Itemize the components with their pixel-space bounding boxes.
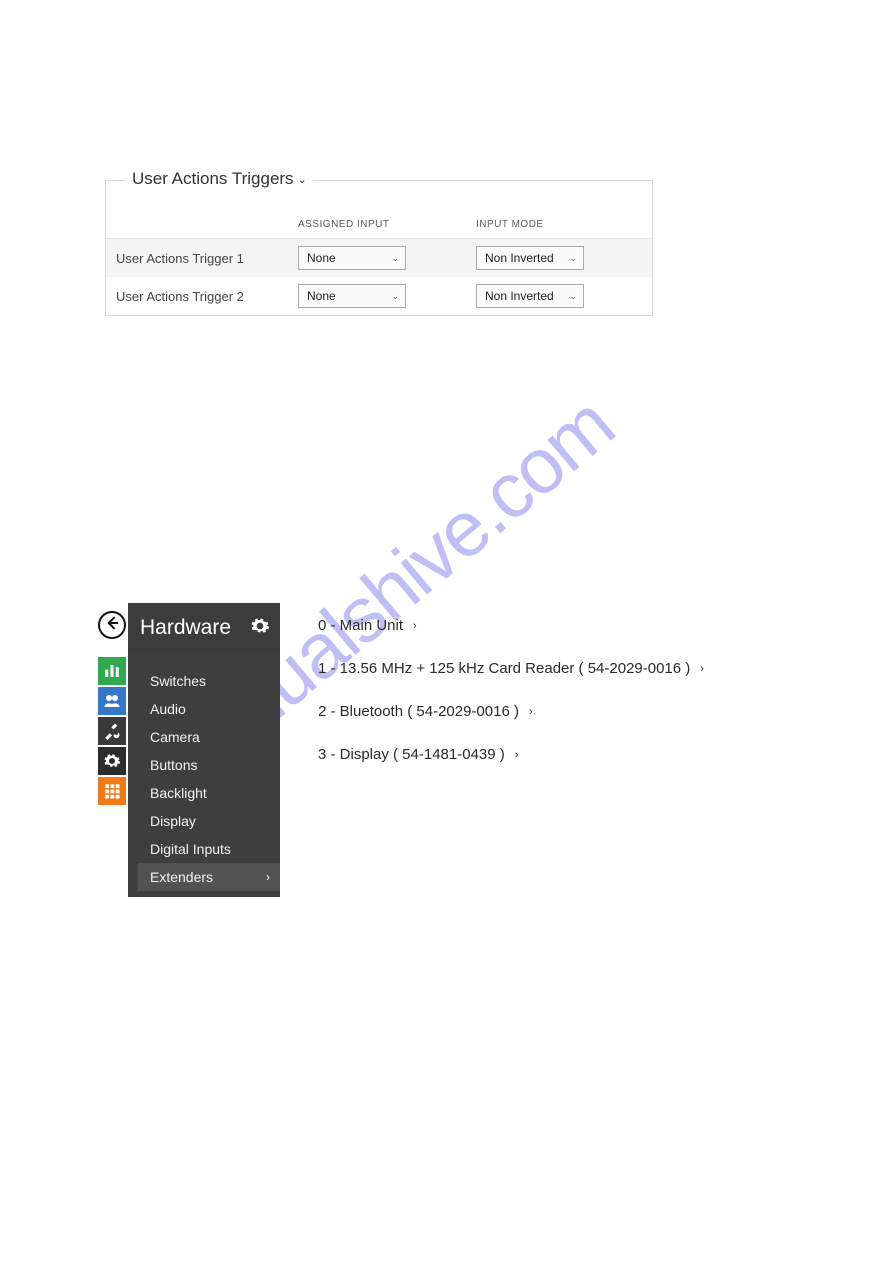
- assigned-input-select[interactable]: None ⌄: [298, 284, 406, 308]
- chevron-down-icon: ⌄: [569, 291, 577, 302]
- table-row: User Actions Trigger 1 None ⌄ Non Invert…: [106, 239, 652, 277]
- row-label: User Actions Trigger 2: [106, 289, 298, 304]
- select-value: Non Inverted: [485, 289, 554, 303]
- sidebar-item-label: Switches: [150, 673, 206, 689]
- select-value: None: [307, 289, 336, 303]
- gear-icon[interactable]: [250, 616, 270, 641]
- tools-icon[interactable]: [98, 717, 126, 745]
- sidebar-item-label: Extenders: [150, 869, 213, 885]
- dashboard-icon[interactable]: [98, 657, 126, 685]
- sidebar-item-extenders[interactable]: Extenders ›: [138, 863, 280, 891]
- extender-list: 0 - Main Unit › 1 - 13.56 MHz + 125 kHz …: [318, 603, 704, 789]
- sidebar-item-label: Digital Inputs: [150, 841, 231, 857]
- grid-icon[interactable]: [98, 777, 126, 805]
- sidebar-item-label: Camera: [150, 729, 200, 745]
- table-row: User Actions Trigger 2 None ⌄ Non Invert…: [106, 277, 652, 315]
- chevron-right-icon: ›: [529, 706, 533, 718]
- sidebar-item-label: Display: [150, 813, 196, 829]
- chevron-right-icon: ›: [413, 620, 417, 632]
- select-value: Non Inverted: [485, 251, 554, 265]
- sidebar-item-audio[interactable]: Audio: [128, 695, 280, 723]
- hardware-section: Hardware Switches Audio Camera Buttons B…: [98, 603, 704, 897]
- input-mode-select[interactable]: Non Inverted ⌄: [476, 246, 584, 270]
- arrow-left-icon: [104, 615, 120, 636]
- chevron-right-icon: ›: [266, 870, 270, 884]
- input-mode-select[interactable]: Non Inverted ⌄: [476, 284, 584, 308]
- extender-item[interactable]: 0 - Main Unit ›: [318, 617, 704, 634]
- user-actions-triggers-panel: User Actions Triggers ⌄ ASSIGNED INPUT I…: [105, 180, 653, 316]
- table-header: ASSIGNED INPUT INPUT MODE: [106, 181, 652, 239]
- chevron-right-icon: ›: [515, 749, 519, 761]
- sidebar-item-backlight[interactable]: Backlight: [128, 779, 280, 807]
- panel-title-text: User Actions Triggers: [132, 169, 294, 189]
- panel-title[interactable]: User Actions Triggers ⌄: [126, 169, 313, 189]
- header-assigned-input: ASSIGNED INPUT: [298, 219, 476, 230]
- sidebar-item-buttons[interactable]: Buttons: [128, 751, 280, 779]
- chevron-right-icon: ›: [700, 663, 704, 675]
- icon-rail: [98, 657, 126, 805]
- sidebar-item-label: Audio: [150, 701, 186, 717]
- extender-label: 2 - Bluetooth ( 54-2029-0016 ): [318, 703, 519, 720]
- select-value: None: [307, 251, 336, 265]
- extender-item[interactable]: 2 - Bluetooth ( 54-2029-0016 ) ›: [318, 703, 704, 720]
- sidebar-item-digital-inputs[interactable]: Digital Inputs: [128, 835, 280, 863]
- extender-item[interactable]: 3 - Display ( 54-1481-0439 ) ›: [318, 746, 704, 763]
- extender-label: 1 - 13.56 MHz + 125 kHz Card Reader ( 54…: [318, 660, 690, 677]
- assigned-input-select[interactable]: None ⌄: [298, 246, 406, 270]
- sidebar-item-camera[interactable]: Camera: [128, 723, 280, 751]
- chevron-down-icon: ⌄: [569, 253, 577, 264]
- header-input-mode: INPUT MODE: [476, 219, 652, 230]
- sidebar: Hardware Switches Audio Camera Buttons B…: [128, 603, 280, 897]
- sidebar-item-switches[interactable]: Switches: [128, 667, 280, 695]
- extender-label: 0 - Main Unit: [318, 617, 403, 634]
- chevron-down-icon: ⌄: [298, 173, 307, 186]
- users-icon[interactable]: [98, 687, 126, 715]
- sidebar-item-label: Buttons: [150, 757, 197, 773]
- sidebar-header: Hardware: [128, 603, 280, 653]
- sidebar-item-display[interactable]: Display: [128, 807, 280, 835]
- extender-item[interactable]: 1 - 13.56 MHz + 125 kHz Card Reader ( 54…: [318, 660, 704, 677]
- chevron-down-icon: ⌄: [391, 291, 399, 302]
- extender-label: 3 - Display ( 54-1481-0439 ): [318, 746, 505, 763]
- back-button[interactable]: [98, 611, 126, 639]
- chevron-down-icon: ⌄: [391, 253, 399, 264]
- header-blank: [106, 219, 298, 230]
- sidebar-item-label: Backlight: [150, 785, 207, 801]
- gear-icon[interactable]: [98, 747, 126, 775]
- sidebar-title: Hardware: [140, 616, 231, 640]
- sidebar-list: Switches Audio Camera Buttons Backlight …: [128, 653, 280, 897]
- row-label: User Actions Trigger 1: [106, 251, 298, 266]
